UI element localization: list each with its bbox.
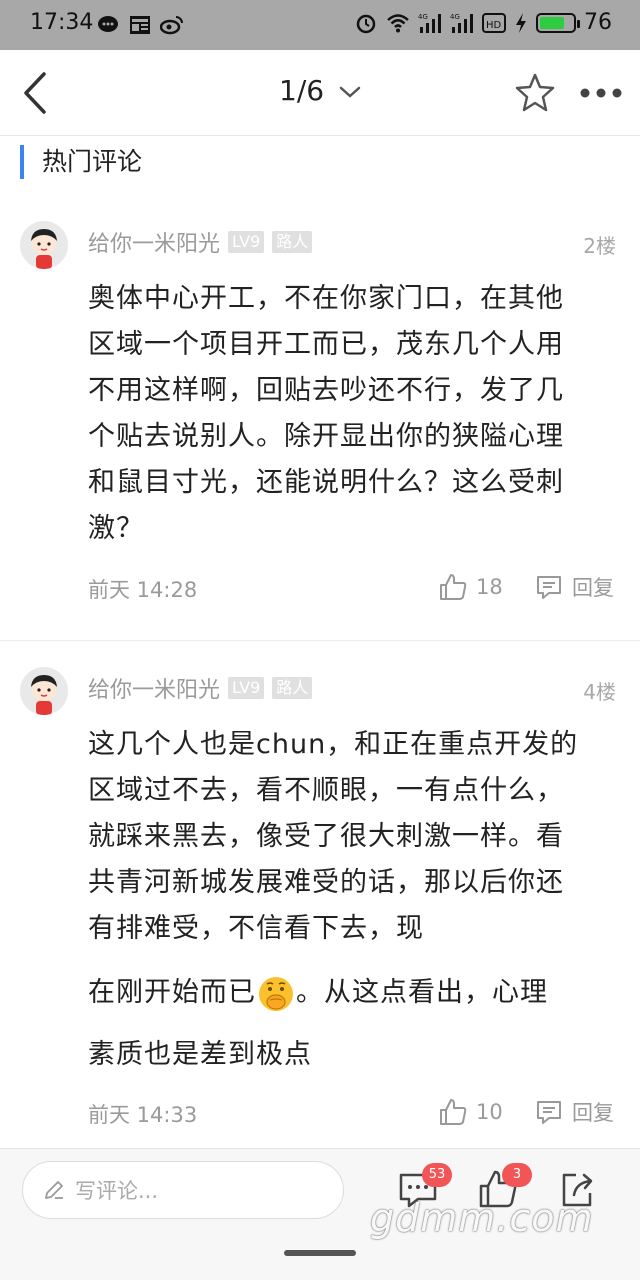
like-count: 18 — [476, 575, 503, 599]
avatar[interactable] — [20, 221, 68, 269]
svg-text:4G: 4G — [418, 13, 428, 21]
pencil-icon — [45, 1181, 63, 1199]
comment-text: 这几个人也是chun，和正在重点开发的区域过不去，看不顺眼，一有点什么，就踩来黑… — [88, 729, 579, 944]
reply-button[interactable]: 回复 — [534, 572, 614, 602]
weibo-icon — [160, 16, 183, 35]
status-left-icons — [96, 13, 184, 37]
comment-text-fragment: 。从这点看出，心理 — [296, 977, 548, 1008]
comment-input[interactable]: 写评论... — [22, 1161, 344, 1219]
home-indicator[interactable] — [284, 1250, 356, 1256]
role-badge: 路人 — [272, 677, 313, 699]
wifi-icon — [387, 13, 409, 32]
level-badge: LV9 — [228, 677, 265, 699]
thumbs-up-icon — [440, 574, 467, 600]
reply-label: 回复 — [572, 1101, 614, 1125]
like-count-badge: 3 — [502, 1163, 532, 1187]
like-button[interactable]: 18 — [438, 572, 503, 602]
status-time: 17:34 — [30, 10, 94, 35]
role-badge: 路人 — [272, 231, 313, 253]
reply-icon — [537, 576, 561, 599]
comment-header: 给你一米阳光 LV9 路人 — [88, 672, 313, 704]
message-icon — [98, 16, 118, 32]
svg-text:HD: HD — [486, 20, 502, 31]
username[interactable]: 给你一米阳光 — [88, 226, 220, 258]
nav-bar: 1/6 — [0, 50, 640, 136]
comment-footer: 前天 14:28 18 回复 — [88, 574, 616, 606]
divider — [0, 640, 640, 641]
charging-icon — [516, 12, 526, 33]
comment-text-fragment: 在刚开始而已 — [88, 977, 256, 1008]
signal-4g-icon: 4G — [450, 13, 473, 33]
level-badge: LV9 — [228, 231, 265, 253]
comment-time: 前天 14:33 — [88, 1103, 198, 1127]
user-avatar-icon — [20, 221, 68, 269]
thinking-face-emoji-icon — [259, 976, 293, 1011]
comment-text-line: 在刚开始而已 。从这点看出，心理 — [88, 968, 588, 1018]
status-right-icons: 4G 4G HD 76 — [354, 10, 612, 35]
page-indicator: 1/6 — [279, 74, 325, 107]
username[interactable]: 给你一米阳光 — [88, 672, 220, 704]
section-title: 热门评论 — [20, 145, 142, 179]
chevron-down-icon — [339, 86, 361, 98]
signal-4g-icon: 4G — [418, 13, 441, 33]
watermark: gdmm.com — [370, 1196, 594, 1240]
comment-text-line: 素质也是差到极点 — [88, 1039, 312, 1070]
reply-icon — [537, 1101, 561, 1124]
reply-label: 回复 — [572, 576, 614, 600]
user-avatar-icon — [20, 667, 68, 715]
battery-level: 76 — [584, 10, 612, 35]
like-count: 10 — [476, 1100, 503, 1124]
hd-icon: HD — [482, 12, 506, 33]
favorite-star-icon[interactable] — [514, 72, 556, 114]
alarm-icon — [356, 14, 376, 33]
comment-text: 奥体中心开工，不在你家门口，在其他区域一个项目开工而已，茂东几个人用不用这样啊，… — [88, 283, 564, 544]
thumbs-up-icon — [440, 1099, 467, 1125]
reply-button[interactable]: 回复 — [534, 1097, 614, 1127]
battery-icon — [536, 12, 580, 33]
news-icon — [130, 16, 150, 34]
comment-footer: 前天 14:33 10 回复 — [88, 1099, 616, 1131]
comment-input-placeholder: 写评论... — [75, 1179, 159, 1203]
svg-text:4G: 4G — [450, 13, 460, 21]
like-button[interactable]: 10 — [438, 1097, 503, 1127]
comment-header: 给你一米阳光 LV9 路人 — [88, 226, 313, 258]
comment-count-badge: 53 — [422, 1163, 452, 1187]
comment-time: 前天 14:28 — [88, 578, 198, 602]
floor-number: 2楼 — [583, 234, 616, 258]
avatar[interactable] — [20, 667, 68, 715]
more-options-icon[interactable] — [578, 86, 624, 100]
floor-number: 4楼 — [583, 680, 616, 704]
status-bar: 17:34 4G 4G HD 76 — [0, 0, 640, 50]
